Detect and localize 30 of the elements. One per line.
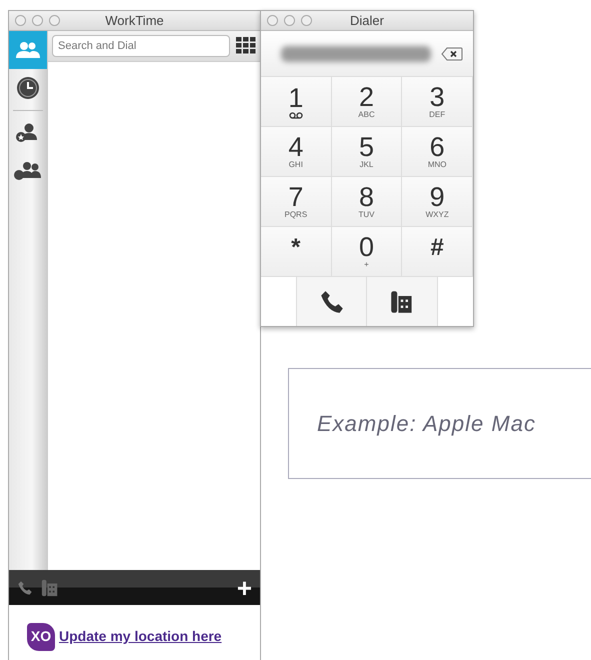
dial-key[interactable]: *	[261, 227, 332, 277]
dial-key[interactable]: 6 MNO	[402, 127, 473, 177]
phone-icon[interactable]	[17, 578, 33, 596]
dial-key[interactable]: 2 ABC	[332, 77, 402, 127]
dial-key[interactable]: 4 GHI	[261, 127, 332, 177]
people-icon	[16, 40, 40, 60]
voicemail-icon	[288, 112, 303, 118]
desk-phone-icon[interactable]	[41, 578, 59, 598]
dial-key[interactable]: 3 DEF	[402, 77, 473, 127]
update-location-link[interactable]: Update my location here	[59, 626, 222, 647]
add-button[interactable]: +	[236, 574, 252, 600]
person-star-icon	[16, 123, 40, 143]
dial-key[interactable]: 7 PQRS	[261, 177, 332, 227]
logo: XO	[27, 622, 55, 650]
dial-key[interactable]: 0 +	[332, 227, 402, 277]
window-title: Dialer	[350, 12, 384, 30]
dialpad-icon[interactable]	[236, 37, 256, 55]
dial-key[interactable]: 5 JKL	[332, 127, 402, 177]
call-button[interactable]	[296, 277, 367, 326]
caption: Example: Apple Mac	[288, 368, 591, 479]
window-title: WorkTime	[105, 12, 164, 30]
dial-key[interactable]: #	[402, 227, 473, 277]
group-icon	[14, 161, 42, 181]
dial-key[interactable]: 8 TUV	[332, 177, 402, 227]
clock-icon	[16, 76, 40, 100]
search-field[interactable]: Search and Dial	[52, 35, 230, 57]
dial-key[interactable]: 1	[261, 77, 332, 127]
dial-key[interactable]: 9 WXYZ	[402, 177, 473, 227]
desk-phone-button[interactable]	[367, 277, 438, 326]
backspace-icon[interactable]	[441, 46, 463, 60]
